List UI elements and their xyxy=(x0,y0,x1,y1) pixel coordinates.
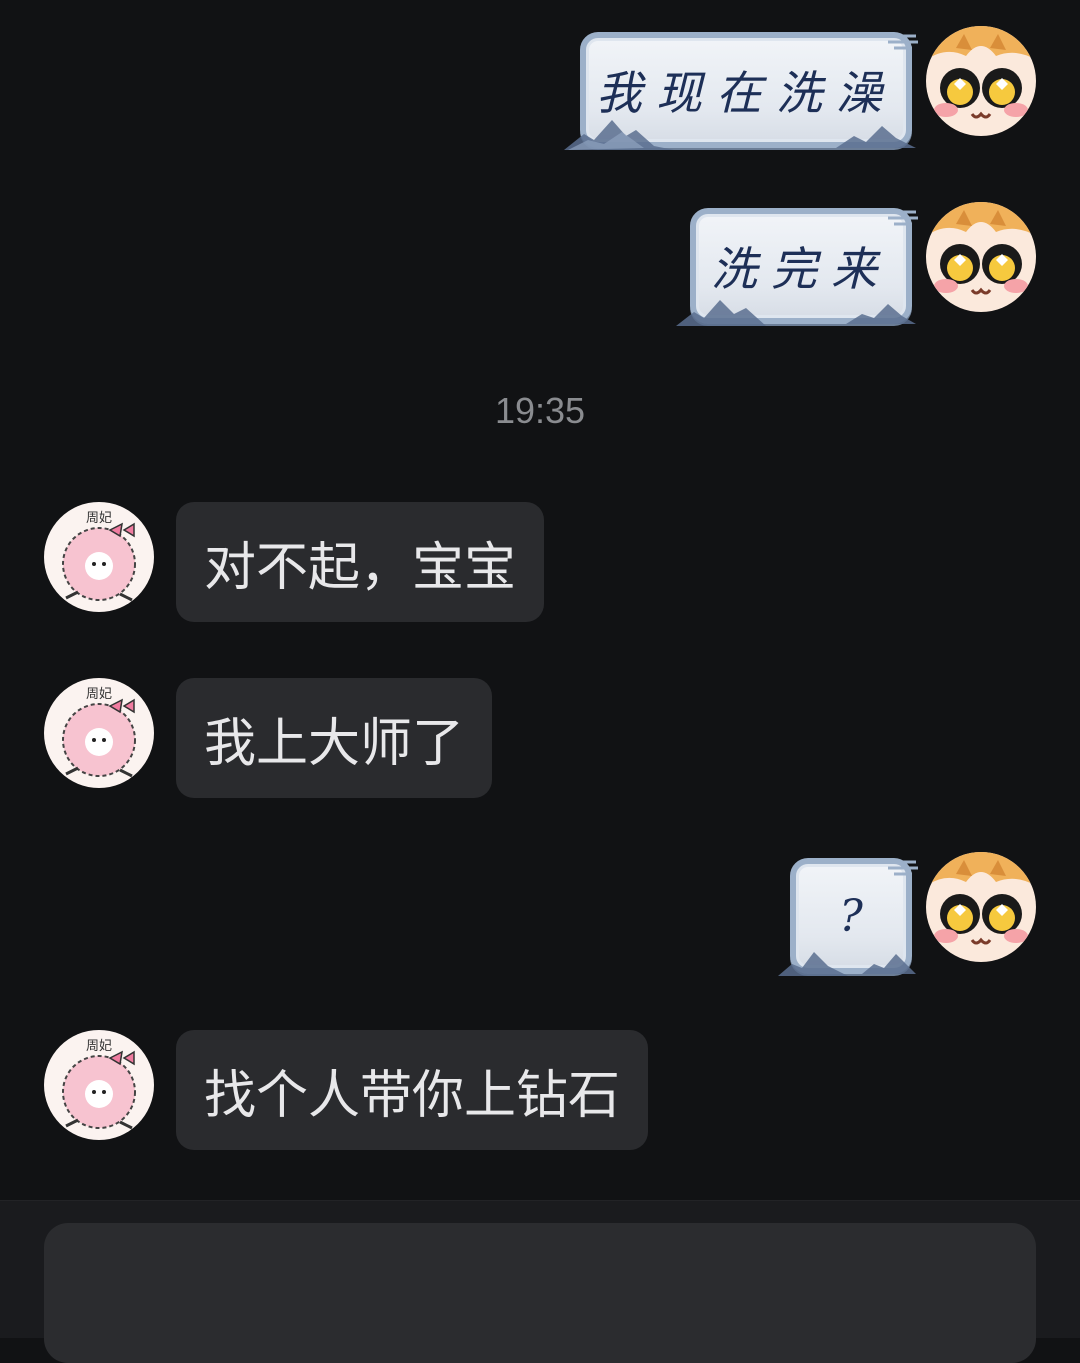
pink-sheep-avatar[interactable]: 周妃 xyxy=(44,1030,154,1140)
cloud-swirl-decoration xyxy=(882,860,918,876)
cloud-swirl-decoration xyxy=(882,34,918,50)
received-message-bubble[interactable]: 我上大师了 xyxy=(176,678,493,798)
cloud-swirl-decoration xyxy=(882,210,918,226)
message-text: 我现在洗澡 xyxy=(596,66,896,120)
sent-message-bubble[interactable]: 洗完来 xyxy=(676,208,918,326)
message-text: ? xyxy=(839,890,863,942)
message-text: 洗完来 xyxy=(711,242,891,296)
received-message-bubble[interactable]: 对不起，宝宝 xyxy=(176,502,545,622)
sent-message-bubble[interactable]: ? xyxy=(778,858,918,976)
pink-sheep-avatar[interactable]: 周妃 xyxy=(44,502,154,612)
chat-message-list[interactable]: 我现在洗澡 洗完来 19:35 周妃 对不起，宝宝 周妃 我上大师了 ? 周妃 … xyxy=(0,0,1080,1200)
message-text: 对不起，宝宝 xyxy=(204,537,517,598)
message-timestamp: 19:35 xyxy=(494,390,586,431)
cartoon-girl-avatar[interactable] xyxy=(926,852,1036,962)
message-input[interactable] xyxy=(44,1223,1036,1363)
cartoon-girl-avatar[interactable] xyxy=(926,26,1036,136)
ink-mountain-decoration xyxy=(862,954,916,974)
message-text: 找个人带你上钻石 xyxy=(204,1065,621,1126)
received-message-bubble[interactable]: 找个人带你上钻石 xyxy=(176,1030,649,1150)
cartoon-girl-avatar[interactable] xyxy=(926,202,1036,312)
avatar-label: 周妃 xyxy=(86,1039,112,1054)
sent-message-bubble[interactable]: 我现在洗澡 xyxy=(564,32,918,150)
message-composer-bar xyxy=(0,1200,1080,1363)
ink-mountain-decoration xyxy=(778,952,848,976)
pink-sheep-avatar[interactable]: 周妃 xyxy=(44,678,154,788)
ink-mountain-decoration xyxy=(846,304,916,324)
message-text: 我上大师了 xyxy=(204,713,465,774)
avatar-label: 周妃 xyxy=(86,511,112,526)
avatar-label: 周妃 xyxy=(86,687,112,702)
